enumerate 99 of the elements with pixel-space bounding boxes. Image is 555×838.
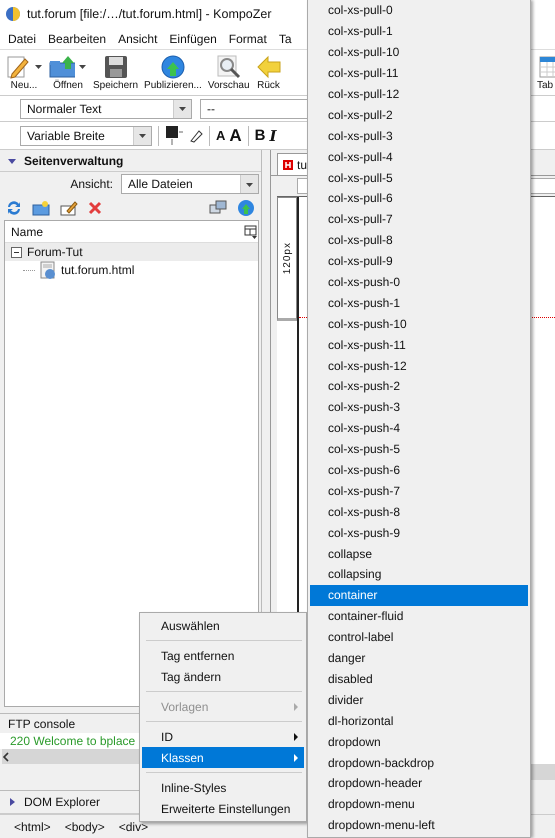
arrow-left-icon <box>256 54 282 80</box>
menu-item[interactable]: Erweiterte Einstellungen <box>142 798 304 819</box>
tag-path-item[interactable]: <body> <box>64 820 105 834</box>
globe-icon[interactable] <box>237 199 255 217</box>
toolbar-button[interactable]: Publizieren... <box>141 53 205 91</box>
decrease-font-button[interactable]: A <box>216 128 226 143</box>
increase-font-button[interactable]: A <box>229 126 242 146</box>
toolbar-button[interactable]: Speichern <box>90 53 142 91</box>
menu-item[interactable]: col-xs-push-4 <box>310 418 528 439</box>
panel-title: Seitenverwaltung <box>24 154 124 168</box>
menu-item[interactable]: col-xs-pull-12 <box>310 84 528 104</box>
menu-item[interactable]: col-xs-pull-11 <box>310 62 528 84</box>
caret-icon <box>178 104 187 113</box>
italic-button[interactable]: I <box>270 126 277 144</box>
menu-item[interactable]: Tag entfernen <box>142 645 304 666</box>
network-computers-icon[interactable] <box>209 200 227 216</box>
caret-icon <box>138 131 147 140</box>
console-line: 220 Welcome to bplace <box>10 734 136 748</box>
expanded-triangle-icon[interactable] <box>8 156 16 164</box>
menu-item[interactable]: col-xs-push-12 <box>310 355 528 376</box>
toolbar-button[interactable]: Vorschau <box>204 53 253 91</box>
toolbar-button[interactable]: Neu... <box>2 53 46 91</box>
menu-item[interactable]: Tag ändern <box>142 666 304 687</box>
menu-item[interactable]: disabled <box>310 668 528 690</box>
menu-item[interactable]: col-xs-push-1 <box>310 292 528 314</box>
tag-path-item[interactable]: <div> <box>118 820 148 834</box>
menu-item[interactable]: col-xs-push-7 <box>310 480 528 502</box>
menu-item[interactable]: control-label <box>310 626 528 648</box>
menu-item[interactable]: Format <box>222 32 273 46</box>
menu-item[interactable]: dropdown-backdrop <box>310 752 528 773</box>
menu-item[interactable]: col-xs-pull-0 <box>310 0 528 21</box>
view-select[interactable]: Alle Dateien <box>121 174 259 194</box>
menu-item[interactable]: col-xs-pull-1 <box>310 20 528 42</box>
bold-button[interactable]: B <box>254 127 266 144</box>
menu-item[interactable]: col-xs-push-5 <box>310 438 528 460</box>
menu-item[interactable]: col-xs-push-10 <box>310 313 528 334</box>
vertical-ruler: 120px <box>277 197 297 321</box>
menu-item[interactable]: Klassen <box>142 747 304 768</box>
tree-item[interactable]: tut.forum.html <box>61 263 134 277</box>
menu-item[interactable]: dropdown-menu <box>310 794 528 815</box>
column-picker-icon[interactable] <box>244 224 258 238</box>
paragraph-format-select[interactable]: Normaler Text <box>20 98 192 118</box>
menu-item[interactable]: divider <box>310 689 528 710</box>
view-label: Ansicht: <box>70 177 113 191</box>
console-title: FTP console <box>8 716 76 730</box>
menu-item[interactable]: col-xs-pull-2 <box>310 104 528 126</box>
menu-item[interactable]: col-xs-push-3 <box>310 396 528 418</box>
tag-path-item[interactable]: <html> <box>14 820 51 834</box>
menu-item[interactable]: col-xs-push-8 <box>310 501 528 522</box>
menu-item[interactable]: container <box>310 584 528 606</box>
menu-item[interactable]: Inline-Styles <box>142 777 304 798</box>
magnifier-icon <box>216 54 242 80</box>
menu-item[interactable]: dropdown-header <box>310 772 528 794</box>
new-folder-icon[interactable] <box>32 200 50 216</box>
menu-item[interactable]: collapsing <box>310 564 528 585</box>
menu-item[interactable]: col-xs-push-0 <box>310 272 528 292</box>
menu-item[interactable]: col-xs-push-9 <box>310 522 528 544</box>
menu-item[interactable]: dropdown-menu-left <box>310 814 528 836</box>
folder-arrow-icon <box>49 54 75 80</box>
menu-item[interactable]: Einfügen <box>163 32 223 46</box>
menu-item[interactable]: ID <box>142 726 304 747</box>
collapsed-triangle-icon[interactable] <box>8 798 16 806</box>
text-color-swatch-icon[interactable] <box>165 124 185 146</box>
menu-item[interactable]: col-xs-push-2 <box>310 376 528 397</box>
menu-item[interactable]: col-xs-pull-7 <box>310 208 528 230</box>
column-header[interactable]: Name <box>11 224 44 238</box>
pencil-page-icon <box>5 54 31 80</box>
menu-item[interactable]: Ansicht <box>112 32 164 46</box>
width-mode-select[interactable]: Variable Breite <box>20 126 152 146</box>
edit-icon[interactable] <box>60 200 78 216</box>
eraser-icon[interactable] <box>189 128 203 142</box>
menu-item[interactable]: Ta <box>272 32 298 46</box>
window-title: tut.forum [file:/…/tut.forum.html] - KompoZer <box>27 7 272 21</box>
toolbar-button[interactable]: Tab <box>529 53 555 91</box>
menu-item[interactable]: Bearbeiten <box>42 32 112 46</box>
menu-item[interactable]: collapse <box>310 543 528 564</box>
menu-item[interactable]: dropdown <box>310 731 528 752</box>
menu-item[interactable]: col-xs-push-6 <box>310 460 528 480</box>
menu-item[interactable]: col-xs-pull-3 <box>310 125 528 146</box>
menu-item[interactable]: container-fluid <box>310 606 528 627</box>
menu-item[interactable]: Auswählen <box>142 615 304 636</box>
delete-icon[interactable] <box>88 201 102 215</box>
menu-item[interactable]: col-xs-pull-10 <box>310 42 528 63</box>
html-file-icon <box>283 160 293 170</box>
globe-icon <box>5 6 21 22</box>
expander-icon[interactable] <box>11 246 22 258</box>
toolbar-button[interactable]: Rück <box>252 53 285 91</box>
menu-item[interactable]: col-xs-pull-9 <box>310 250 528 272</box>
menu-item[interactable]: col-xs-push-11 <box>310 334 528 356</box>
menu-item[interactable]: dl-horizontal <box>310 710 528 732</box>
menu-item[interactable]: col-xs-pull-8 <box>310 230 528 251</box>
menu-item[interactable]: Datei <box>2 32 42 46</box>
toolbar-button[interactable]: Öffnen <box>46 53 90 91</box>
panel-title: DOM Explorer <box>24 795 100 809</box>
menu-item[interactable]: col-xs-pull-6 <box>310 188 528 209</box>
scroll-left-icon[interactable] <box>2 752 10 762</box>
refresh-icon[interactable] <box>6 200 22 216</box>
tree-item[interactable]: Forum-Tut <box>27 245 83 259</box>
menu-item[interactable]: danger <box>310 648 528 668</box>
